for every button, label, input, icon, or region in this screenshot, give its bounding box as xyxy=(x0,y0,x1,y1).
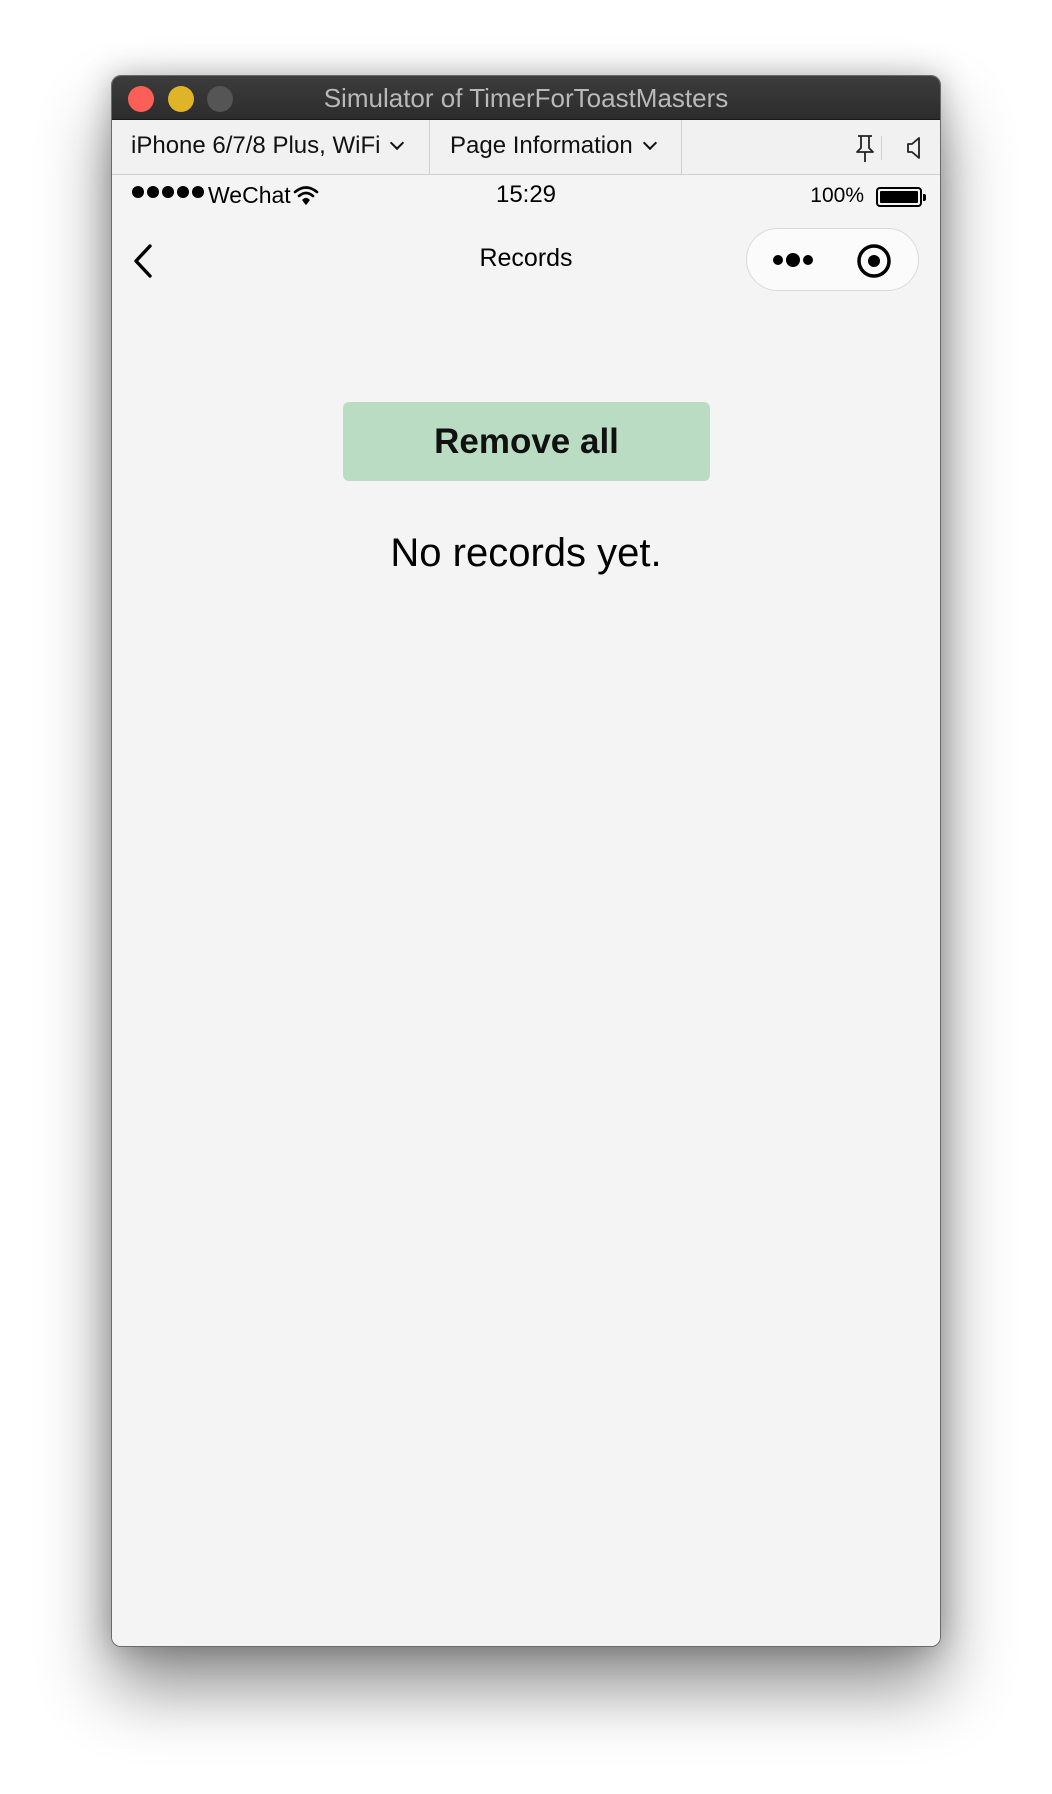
empty-records-message: No records yet. xyxy=(390,531,662,575)
device-selector[interactable]: iPhone 6/7/8 Plus, WiFi xyxy=(112,120,430,175)
page-information-label: Page Information xyxy=(450,132,633,159)
target-close-icon[interactable] xyxy=(855,242,893,280)
records-content: Remove all No records yet. xyxy=(112,306,940,1646)
toolbar-divider xyxy=(881,136,882,160)
title-bar: Simulator of TimerForToastMasters xyxy=(112,76,940,120)
simulator-window: Simulator of TimerForToastMasters iPhone… xyxy=(111,75,941,1647)
more-dots-icon[interactable] xyxy=(763,229,833,292)
page-information-selector[interactable]: Page Information xyxy=(430,120,682,175)
battery-percentage: 100% xyxy=(810,184,864,207)
speaker-icon[interactable] xyxy=(897,120,937,175)
capsule-menu xyxy=(746,228,919,291)
navigation-bar: Records xyxy=(112,216,940,306)
pin-icon[interactable] xyxy=(845,120,885,175)
simulator-toolbar: iPhone 6/7/8 Plus, WiFi Page Information xyxy=(112,120,940,175)
window-title: Simulator of TimerForToastMasters xyxy=(323,83,729,113)
chevron-down-icon xyxy=(642,135,657,151)
battery-icon xyxy=(876,187,926,207)
device-selector-label: iPhone 6/7/8 Plus, WiFi xyxy=(131,132,381,159)
phone-screen: WeChat 15:29 100% Records Remove all No … xyxy=(112,176,940,1646)
chevron-down-icon xyxy=(390,135,405,151)
status-bar: WeChat 15:29 100% xyxy=(112,176,940,216)
remove-all-button[interactable]: Remove all xyxy=(343,402,710,481)
